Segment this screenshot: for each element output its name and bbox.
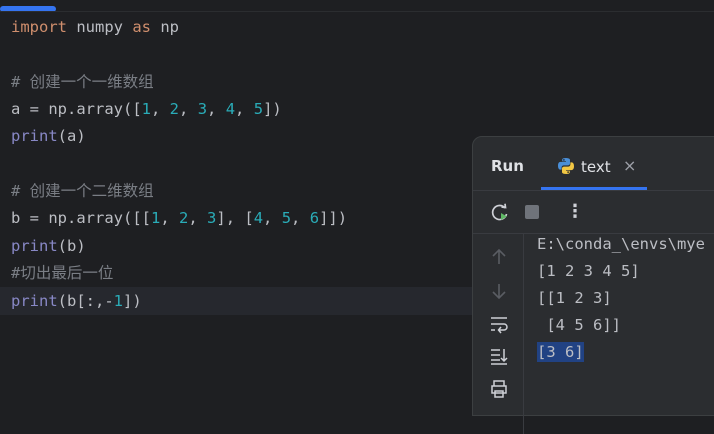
builtin-print: print (11, 292, 58, 310)
alias-name: np (151, 18, 179, 36)
run-panel-title: Run (491, 157, 524, 175)
number-token: 3 (197, 100, 208, 118)
console-sidebar-divider (523, 234, 524, 434)
number-token: 5 (281, 209, 292, 227)
console-line-selected: [3 6] (537, 342, 584, 362)
code-line-1[interactable]: import numpy as np (11, 17, 179, 37)
tab-label: text (581, 158, 611, 176)
module-name: numpy (67, 18, 133, 36)
code-token: b = np.array([[ (11, 209, 151, 227)
number-token: 3 (207, 209, 217, 227)
run-toolbar: ⋮ (473, 191, 714, 233)
code-line-9[interactable]: print(b) (11, 236, 86, 256)
number-token: 6 (309, 209, 320, 227)
code-line-7[interactable]: # 创建一个二维数组 (11, 181, 154, 201)
print-icon[interactable] (489, 379, 509, 399)
stop-icon[interactable] (524, 204, 540, 220)
code-line-8[interactable]: b = np.array([[1, 2, 3], [4, 5, 6]]) (11, 208, 347, 228)
console-line: [[1 2 3] (537, 289, 612, 307)
code-token: (b) (57, 237, 86, 255)
arrow-down-icon[interactable] (489, 281, 509, 301)
code-line-5[interactable]: print(a) (11, 126, 86, 146)
close-tab-icon[interactable]: × (623, 156, 636, 175)
number-token: 4 (225, 100, 236, 118)
run-tool-window[interactable]: Run text × ⋮ E:\conda_\envs\mye [1 2 3 4… (472, 136, 714, 434)
editor-top-divider (0, 11, 714, 12)
more-options-icon[interactable]: ⋮ (566, 201, 584, 222)
code-token: a = np.array([ (11, 100, 142, 118)
number-token: 1 (141, 100, 151, 118)
builtin-print: print (11, 237, 58, 255)
keyword-as: as (132, 18, 151, 36)
number-token: 1 (150, 209, 161, 227)
code-token: (a) (57, 127, 86, 145)
rerun-icon[interactable] (489, 202, 511, 224)
console-line: [4 5 6]] (537, 316, 621, 334)
number-token: 2 (179, 209, 189, 227)
code-token: (b[:,- (57, 292, 114, 310)
code-token: ]) (123, 292, 142, 310)
soft-wrap-icon[interactable] (489, 314, 509, 334)
console-line: E:\conda_\envs\mye (537, 235, 705, 253)
code-line-11[interactable]: print(b[:,-1]) (11, 291, 142, 311)
number-token: 5 (253, 100, 264, 118)
builtin-print: print (11, 127, 58, 145)
code-line-4[interactable]: a = np.array([1, 2, 3, 4, 5]) (11, 99, 282, 119)
arrow-up-icon[interactable] (489, 247, 509, 267)
python-file-icon (558, 158, 574, 174)
code-line-10[interactable]: #切出最后一位 (11, 263, 113, 283)
number-token: 2 (169, 100, 180, 118)
number-token: 1 (113, 292, 124, 310)
scroll-to-end-icon[interactable] (489, 346, 509, 366)
console-line: [1 2 3 4 5] (537, 262, 640, 280)
tab-run-config-text[interactable]: text × (541, 137, 647, 189)
number-token: 4 (253, 209, 264, 227)
keyword-import: import (11, 18, 67, 36)
code-token: ]) (263, 100, 282, 118)
code-line-3[interactable]: # 创建一个一维数组 (11, 72, 154, 92)
